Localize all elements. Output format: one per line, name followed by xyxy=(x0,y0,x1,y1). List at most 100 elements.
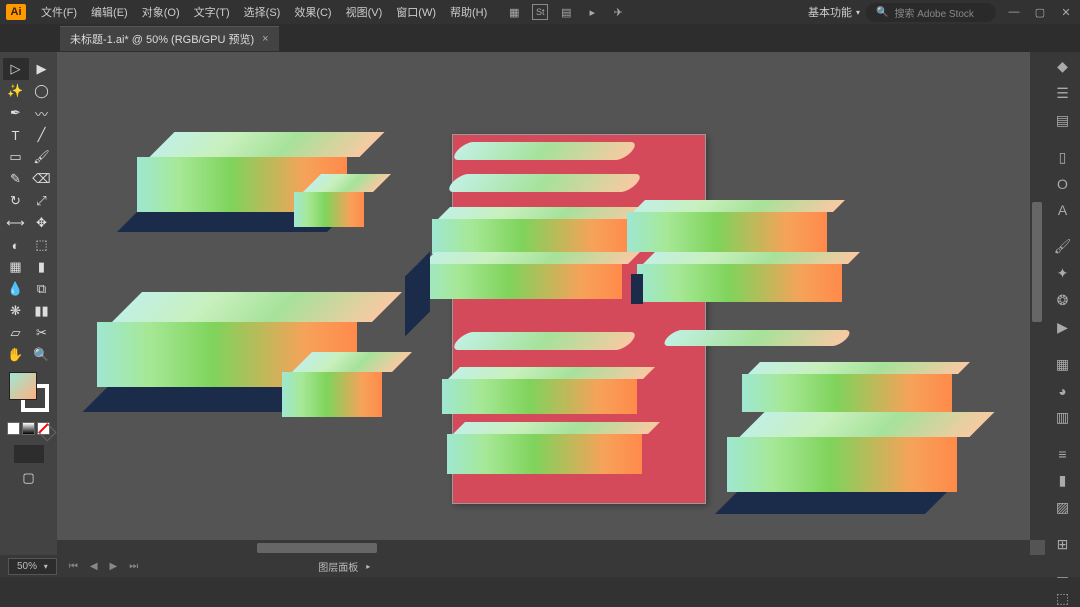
gradient-tool[interactable]: ▮ xyxy=(29,256,55,278)
libraries-panel-icon[interactable]: ▤ xyxy=(1051,112,1075,129)
stock-icon[interactable]: St xyxy=(532,4,548,20)
hand-tool[interactable]: ✋ xyxy=(3,344,29,366)
transparency-icon[interactable]: ▨ xyxy=(1051,499,1075,516)
share-icon[interactable]: ✈ xyxy=(610,4,626,20)
close-button[interactable]: ✕ xyxy=(1058,4,1074,20)
width-tool[interactable]: ⟷ xyxy=(3,212,29,234)
type-tool[interactable]: T xyxy=(3,124,29,146)
menu-view[interactable]: 视图(V) xyxy=(339,4,390,20)
graph-tool[interactable]: ▮▮ xyxy=(29,300,55,322)
shape-builder-tool[interactable]: ◐ xyxy=(3,234,29,256)
toolbox: ▷▶ ✨◯ ✒〰 T╱ ▭🖌 ✎⌫ ↻⤢ ⟷✥ ◐⬚ ▦▮ 💧⧉ ❋▮▮ ▱✂ … xyxy=(0,52,57,555)
line-tool[interactable]: ╱ xyxy=(29,124,55,146)
color-mode-button[interactable] xyxy=(7,422,20,435)
zoom-value: 50% xyxy=(17,561,37,572)
scale-tool[interactable]: ⤢ xyxy=(29,190,55,212)
lasso-tool[interactable]: ◯ xyxy=(29,80,55,102)
next-artboard-button[interactable]: ▶ xyxy=(106,561,122,572)
perspective-tool[interactable]: ⬚ xyxy=(29,234,55,256)
symbol-spray-tool[interactable]: ❋ xyxy=(3,300,29,322)
rectangle-tool[interactable]: ▭ xyxy=(3,146,29,168)
maximize-button[interactable]: ▢ xyxy=(1032,4,1048,20)
pen-tool[interactable]: ✒ xyxy=(3,102,29,124)
first-artboard-button[interactable]: ⏮ xyxy=(65,561,82,572)
draw-mode-buttons[interactable] xyxy=(14,445,44,463)
navigator-icon[interactable]: ▶ xyxy=(1051,319,1075,336)
mesh-tool[interactable]: ▦ xyxy=(3,256,29,278)
status-layer-label: 图层面板 xyxy=(318,559,358,574)
search-icon: 🔍 xyxy=(876,7,888,18)
arrange-icon[interactable]: ▤ xyxy=(558,4,574,20)
minimize-button[interactable]: — xyxy=(1006,4,1022,20)
slice-tool[interactable]: ✂ xyxy=(29,322,55,344)
shaper-tool[interactable]: ✎ xyxy=(3,168,29,190)
menu-window[interactable]: 窗口(W) xyxy=(389,4,443,20)
direct-selection-tool[interactable]: ▶ xyxy=(29,58,55,80)
brushes-panel-icon[interactable]: 🖌 xyxy=(1051,238,1075,255)
document-tab[interactable]: 未标题-1.ai* @ 50% (RGB/GPU 预览) × xyxy=(60,26,279,51)
bridge-icon[interactable]: ▦ xyxy=(506,4,522,20)
horizontal-scrollbar-thumb[interactable] xyxy=(257,543,377,553)
color-panel-icon[interactable]: ▯ xyxy=(1051,149,1075,166)
menubar: Ai 文件(F) 编辑(E) 对象(O) 文字(T) 选择(S) 效果(C) 视… xyxy=(0,0,1080,24)
menu-effect[interactable]: 效果(C) xyxy=(287,4,338,20)
menu-select[interactable]: 选择(S) xyxy=(237,4,288,20)
eraser-tool[interactable]: ⌫ xyxy=(29,168,55,190)
character-panel-icon[interactable]: A xyxy=(1051,202,1075,218)
horizontal-scrollbar[interactable] xyxy=(57,540,1030,555)
fill-swatch[interactable] xyxy=(9,372,37,400)
selection-tool[interactable]: ▷ xyxy=(3,58,29,80)
magic-wand-tool[interactable]: ✨ xyxy=(3,80,29,102)
artboard-tool[interactable]: ▱ xyxy=(3,322,29,344)
chevron-right-icon: ▸ xyxy=(366,562,370,571)
curvature-tool[interactable]: 〰 xyxy=(29,102,55,124)
color-themes-icon[interactable]: ▥ xyxy=(1051,409,1075,426)
menu-file[interactable]: 文件(F) xyxy=(34,4,84,20)
search-input[interactable]: 🔍 搜索 Adobe Stock xyxy=(866,3,996,22)
right-panel-dock: ◆ ☰ ▤ ▯ O A 🖌 ✦ ❂ ▶ ▦ ◕ ▥ ≡ ▮ ▨ ⊞ ◫ ⬚ xyxy=(1045,52,1080,555)
opentype-icon[interactable]: O xyxy=(1051,176,1075,192)
zoom-selector[interactable]: 50% ▾ xyxy=(8,558,57,575)
menu-text[interactable]: 文字(T) xyxy=(187,4,237,20)
rotate-tool[interactable]: ↻ xyxy=(3,190,29,212)
gradient-panel-icon[interactable]: ▮ xyxy=(1051,472,1075,489)
symbols-panel-icon[interactable]: ✦ xyxy=(1051,265,1075,282)
align-panel-icon[interactable]: ⊞ xyxy=(1051,536,1075,553)
artboard-nav: ⏮ ◀ ▶ ⏭ xyxy=(65,561,142,572)
search-placeholder: 搜索 Adobe Stock xyxy=(894,5,973,20)
app-logo: Ai xyxy=(6,4,26,20)
screen-mode-button[interactable]: ▢ xyxy=(16,467,42,489)
menu-edit[interactable]: 编辑(E) xyxy=(84,4,135,20)
free-transform-tool[interactable]: ✥ xyxy=(29,212,55,234)
tab-title: 未标题-1.ai* @ 50% (RGB/GPU 预览) xyxy=(70,31,254,47)
none-mode-button[interactable] xyxy=(37,422,50,435)
eyedropper-tool[interactable]: 💧 xyxy=(3,278,29,300)
gpu-icon[interactable]: ▸ xyxy=(584,4,600,20)
chevron-down-icon: ▾ xyxy=(44,562,48,571)
gradient-mode-button[interactable] xyxy=(22,422,35,435)
workspace-selector[interactable]: 基本功能 ▾ xyxy=(802,4,866,20)
menu-help[interactable]: 帮助(H) xyxy=(443,4,494,20)
blend-tool[interactable]: ⧉ xyxy=(29,278,55,300)
layers-panel-icon[interactable]: ☰ xyxy=(1051,85,1075,102)
graphic-styles-icon[interactable]: ❂ xyxy=(1051,292,1075,309)
properties-panel-icon[interactable]: ◆ xyxy=(1051,58,1075,75)
stroke-panel-icon[interactable]: ≡ xyxy=(1051,446,1075,462)
tab-close-button[interactable]: × xyxy=(262,33,268,45)
fill-mode-buttons xyxy=(7,422,50,435)
workspace: ▷▶ ✨◯ ✒〰 T╱ ▭🖌 ✎⌫ ↻⤢ ⟷✥ ◐⬚ ▦▮ 💧⧉ ❋▮▮ ▱✂ … xyxy=(0,52,1080,555)
transform-panel-icon[interactable]: ⬚ xyxy=(1051,590,1075,607)
canvas[interactable] xyxy=(57,52,1045,555)
swatches-panel-icon[interactable]: ▦ xyxy=(1051,356,1075,373)
paintbrush-tool[interactable]: 🖌 xyxy=(29,146,55,168)
vertical-scrollbar-thumb[interactable] xyxy=(1032,202,1042,322)
vertical-scrollbar[interactable] xyxy=(1030,52,1045,540)
color-guide-icon[interactable]: ◕ xyxy=(1051,383,1075,399)
zoom-tool[interactable]: 🔍 xyxy=(29,344,55,366)
prev-artboard-button[interactable]: ◀ xyxy=(86,561,102,572)
statusbar: 50% ▾ ⏮ ◀ ▶ ⏭ 图层面板 ▸ xyxy=(0,555,1080,577)
fill-stroke-swatches[interactable] xyxy=(9,372,49,412)
chevron-down-icon: ▾ xyxy=(856,8,860,17)
menu-object[interactable]: 对象(O) xyxy=(135,4,187,20)
last-artboard-button[interactable]: ⏭ xyxy=(125,561,142,572)
